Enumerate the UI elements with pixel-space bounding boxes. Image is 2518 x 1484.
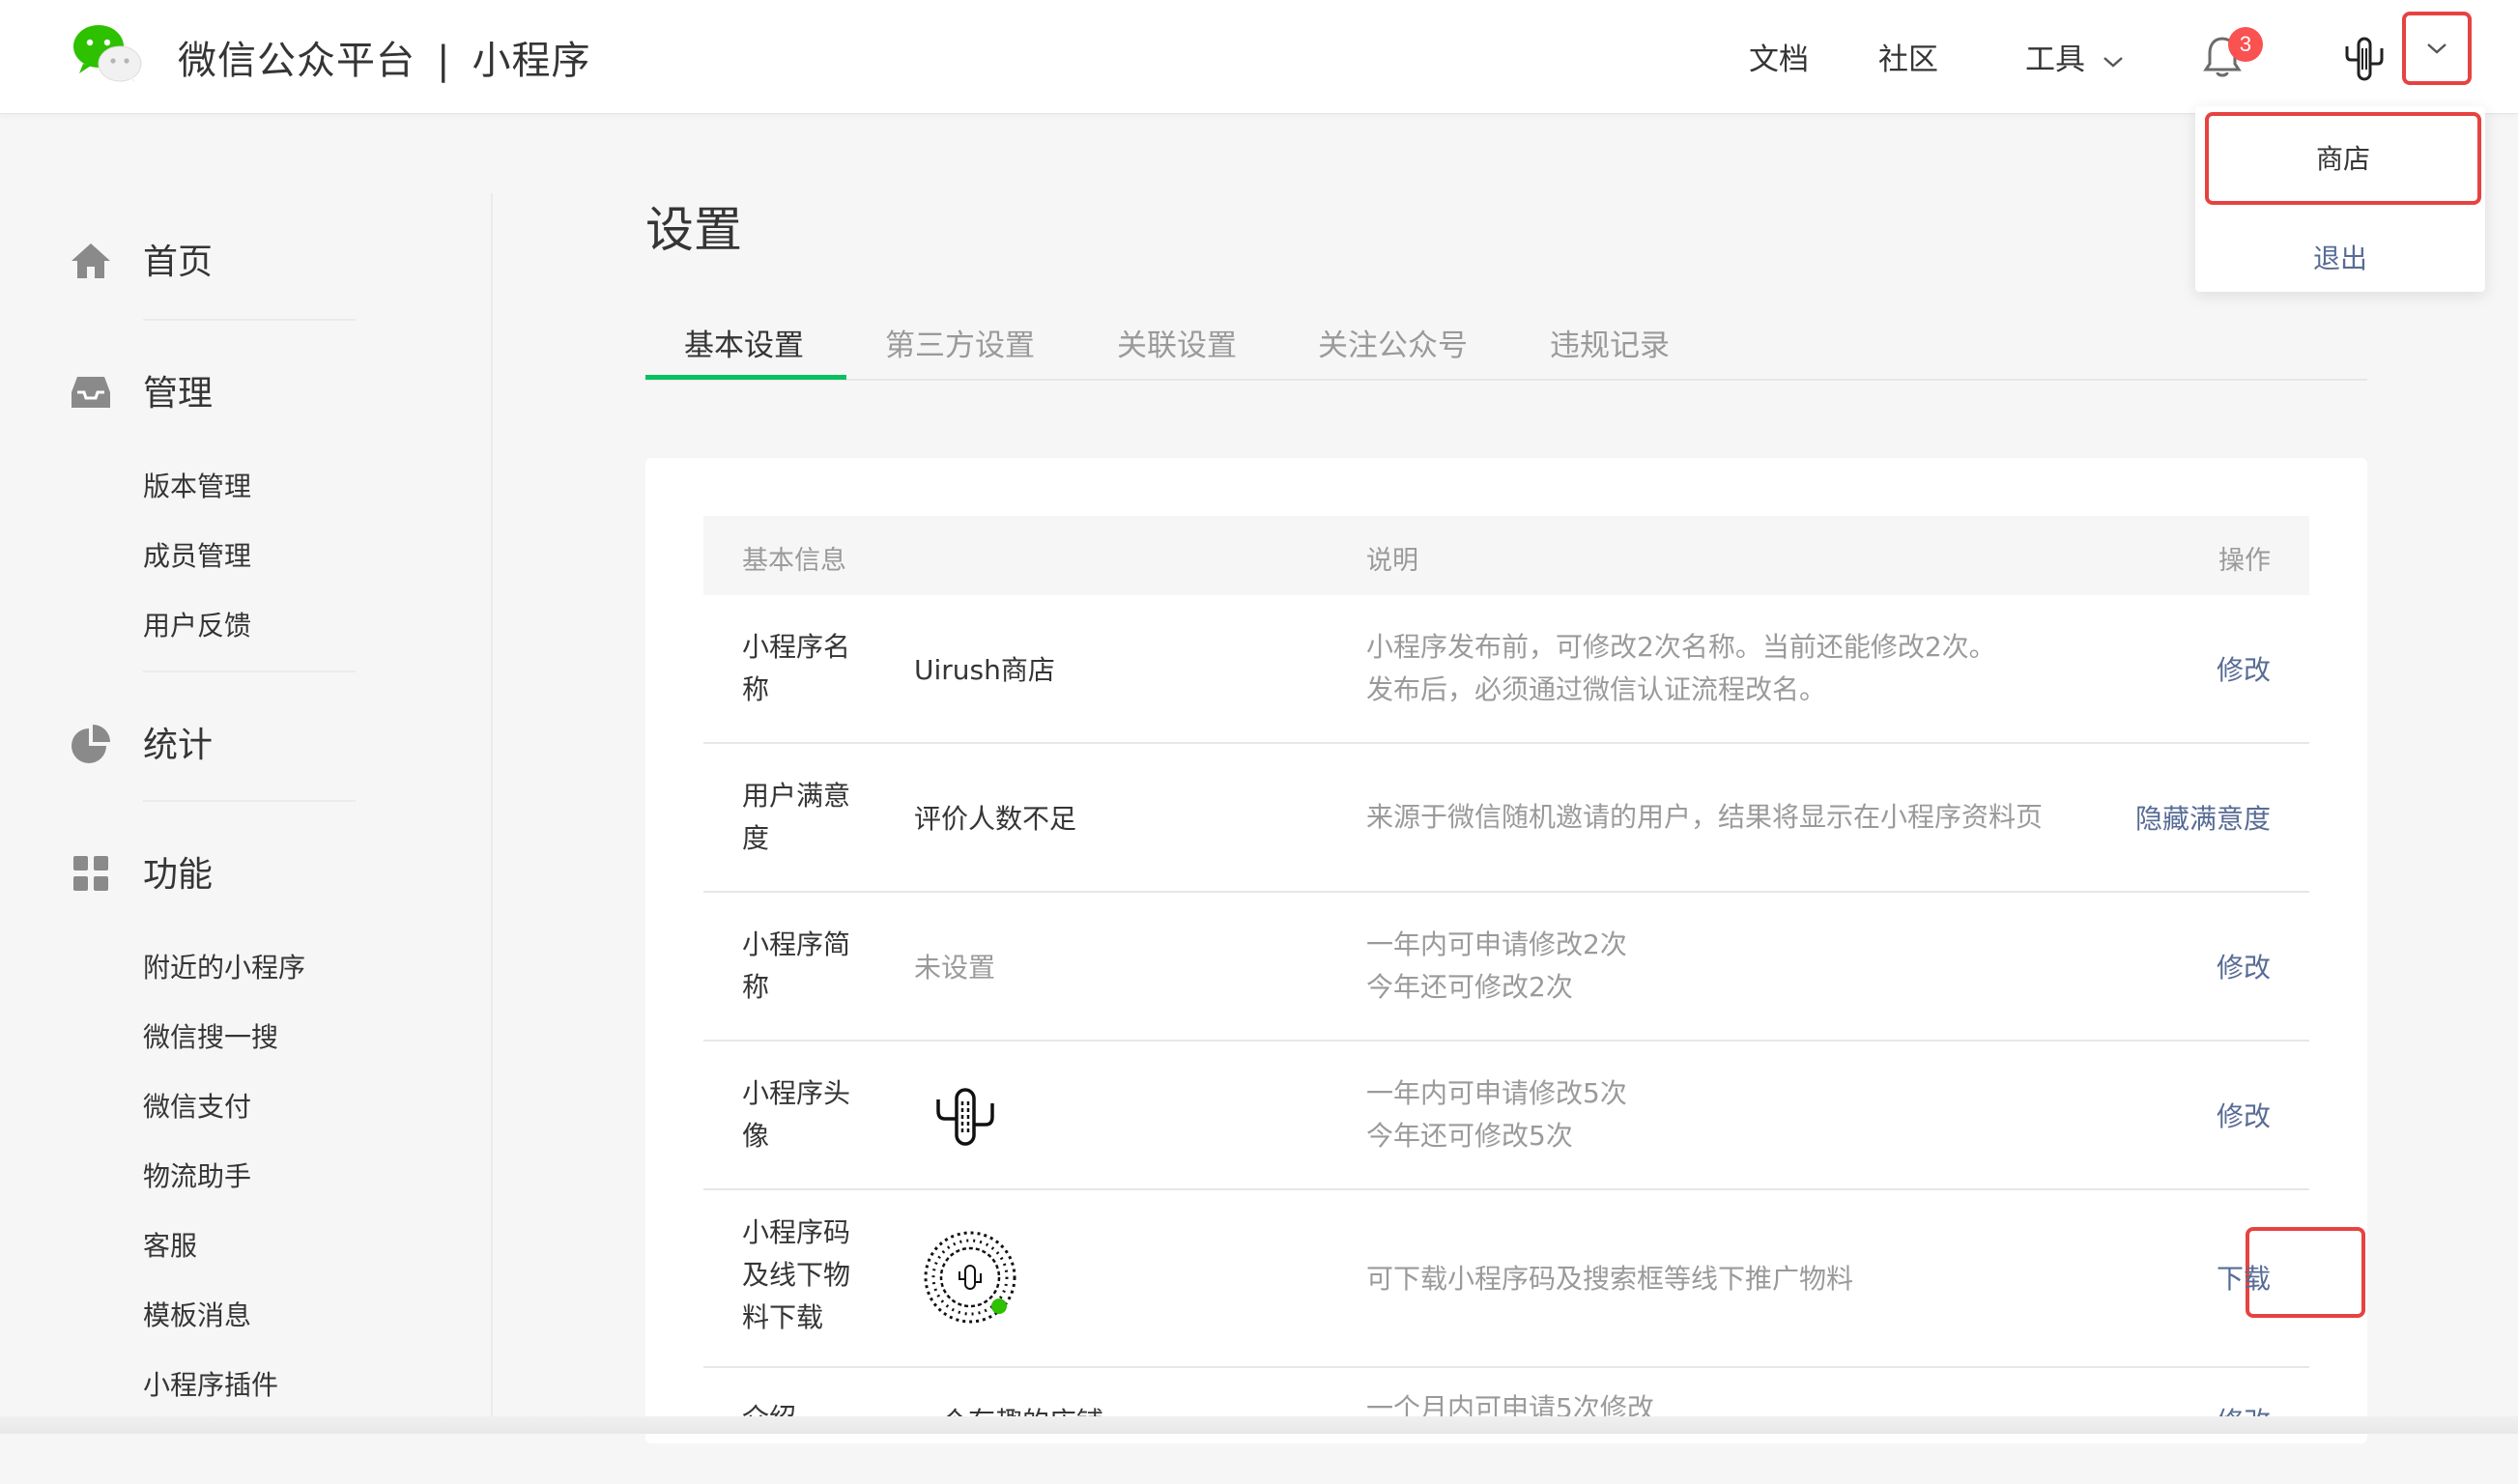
row-desc: 小程序发布前，可修改2次名称。当前还能修改2次。 发布后，必须通过微信认证流程改… [1366,626,1996,711]
row-desc-line: 发布后，必须通过微信认证流程改名。 [1366,673,1827,705]
chevron-down-icon [2103,56,2123,68]
row-desc-line: 今年还可修改2次 [1366,971,1573,1003]
row-desc: 一年内可申请修改2次 今年还可修改2次 [1366,924,1627,1009]
sidebar-item-pay[interactable]: 微信支付 [143,1086,251,1125]
row-label: 用户满意度 [742,780,851,854]
sidebar-rule [143,671,356,672]
wechat-logo-icon[interactable] [70,21,145,85]
sidebar-features-label: 功能 [143,855,214,895]
table-row: 用户满意度 评价人数不足 来源于微信随机邀请的用户，结果将显示在小程序资料页 隐… [703,744,2309,893]
edit-short-name-link[interactable]: 修改 [2217,947,2271,985]
row-desc-line: 来源于微信随机邀请的用户，结果将显示在小程序资料页 [1366,801,2044,833]
sidebar-item-logistics[interactable]: 物流助手 [143,1156,251,1194]
sidebar-rule [143,319,356,321]
sidebar-item-feedback[interactable]: 用户反馈 [143,605,251,643]
table-row: 小程序简称 未设置 一年内可申请修改2次 今年还可修改2次 修改 [703,893,2309,1042]
sidebar-item-version[interactable]: 版本管理 [143,466,251,504]
active-tab-indicator [645,375,846,380]
header-info: 基本信息 [742,546,846,576]
tab-third-party[interactable]: 第三方设置 [885,321,1035,364]
sidebar-manage-label: 管理 [143,374,214,414]
table-row: 小程序名称 Uirush商店 小程序发布前，可修改2次名称。当前还能修改2次。 … [703,595,2309,744]
table-header: 基本信息 说明 操作 [703,516,2309,595]
notification-badge: 3 [2228,27,2263,62]
row-desc-line: 一年内可申请修改5次 [1366,1077,1627,1109]
nav-community-link[interactable]: 社区 [1878,35,1938,78]
grid-icon [73,856,108,891]
row-desc-line: 小程序发布前，可修改2次名称。当前还能修改2次。 [1366,631,1996,663]
row-value: Uirush商店 [914,654,1055,686]
tab-basic[interactable]: 基本设置 [684,321,804,364]
row-label: 小程序码及线下物料下载 [742,1216,851,1333]
brand-title[interactable]: 微信公众平台 | 小程序 [178,29,590,85]
row-desc: 来源于微信随机邀请的用户，结果将显示在小程序资料页 [1366,796,2043,839]
row-desc: 一年内可申请修改5次 今年还可修改5次 [1366,1072,1627,1157]
pie-chart-icon [72,725,110,763]
row-label: 小程序简称 [742,928,851,1003]
mini-program-code-icon [924,1231,1016,1324]
row-desc-line: 可下载小程序码及搜索框等线下推广物料 [1366,1263,1854,1295]
basic-settings-card: 基本信息 说明 操作 小程序名称 Uirush商店 小程序发布前，可修改2次名称… [645,458,2367,1443]
cactus-avatar-icon[interactable] [2342,35,2387,83]
brand-name: 微信公众平台 [178,39,415,83]
row-desc-line: 今年还可修改5次 [1366,1120,1573,1152]
settings-tabs: 基本设置 第三方设置 关联设置 关注公众号 违规记录 [645,311,2367,381]
nav-tools-label: 工具 [2025,43,2085,77]
brand-separator: | [437,39,451,83]
row-label: 小程序名称 [742,631,851,705]
sidebar-item-service[interactable]: 客服 [143,1225,197,1264]
tab-follow-account[interactable]: 关注公众号 [1318,321,1468,364]
row-value: 评价人数不足 [914,803,1077,835]
tab-violations[interactable]: 违规记录 [1550,321,1670,364]
row-desc: 可下载小程序码及搜索框等线下推广物料 [1366,1258,1853,1300]
menu-item-logout[interactable]: 退出 [2195,230,2485,288]
row-value: 未设置 [914,952,996,984]
sidebar-item-plugins[interactable]: 小程序插件 [143,1364,278,1403]
product-name: 小程序 [472,39,591,83]
row-desc-line: 一年内可申请修改2次 [1366,928,1627,960]
cactus-avatar-icon [936,1088,994,1146]
home-icon [72,243,110,278]
row-label: 小程序头像 [742,1077,851,1152]
sidebar-item-template[interactable]: 模板消息 [143,1295,251,1333]
bottom-edge [0,1416,2518,1434]
header-desc: 说明 [1366,546,1418,576]
sidebar-stats-label: 统计 [143,726,214,765]
header-op: 操作 [2218,546,2271,576]
inbox-icon [72,377,110,408]
hide-satisfaction-link[interactable]: 隐藏满意度 [2135,798,2271,837]
page-title: 设置 [645,202,742,258]
chevron-down-icon [2427,43,2446,54]
download-link[interactable]: 下载 [2217,1258,2271,1297]
account-dropdown: 商店 退出 [2195,106,2485,292]
menu-item-store[interactable]: 商店 [2205,112,2481,205]
sidebar-home-label: 首页 [143,243,214,282]
tab-association[interactable]: 关联设置 [1117,321,1237,364]
edit-avatar-link[interactable]: 修改 [2217,1096,2271,1134]
sidebar-item-nearby[interactable]: 附近的小程序 [143,947,305,985]
nav-docs-link[interactable]: 文档 [1749,35,1809,78]
sidebar-rule [143,800,356,802]
sidebar-divider [491,193,493,1434]
top-bar: 微信公众平台 | 小程序 文档 社区 工具 3 [0,0,2518,114]
table-row: 小程序头像 一年内可申请修改5次 今年还可修改5次 修改 [703,1042,2309,1190]
sidebar-item-search[interactable]: 微信搜一搜 [143,1016,278,1055]
edit-name-link[interactable]: 修改 [2217,649,2271,688]
nav-tools-menu[interactable]: 工具 [2025,35,2124,78]
table-row: 小程序码及线下物料下载 可下载小程序码及搜索框等线下推广物料 下载 [703,1190,2365,1368]
sidebar-item-members[interactable]: 成员管理 [143,535,251,574]
account-menu-toggle[interactable] [2402,12,2472,85]
